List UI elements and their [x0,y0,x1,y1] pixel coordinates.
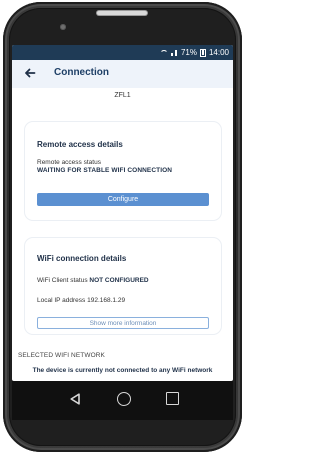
show-more-button[interactable]: Show more information [37,317,209,329]
phone-frame: 71% 14:00 Connection ZFL1 Remote access … [0,0,245,454]
front-camera [60,24,66,30]
battery-icon [199,48,206,57]
wifi-icon [159,49,167,56]
app-header: Connection [12,60,233,88]
configure-button[interactable]: Configure [37,193,209,206]
speaker-grille [97,11,147,15]
app-screen: 71% 14:00 Connection ZFL1 Remote access … [12,45,233,381]
remote-access-title: Remote access details [37,140,123,149]
device-name: ZFL1 [114,92,131,99]
selected-network-label: SELECTED WIFI NETWORK [18,352,105,359]
remote-access-status-label: Remote access status [37,159,101,166]
status-bar: 71% 14:00 [12,45,233,60]
local-ip-row: Local IP address 192.168.1.29 [37,297,125,304]
circle-home-icon[interactable] [117,392,131,406]
page-title: Connection [54,67,109,78]
remote-access-status-value: WAITING FOR STABLE WIFI CONNECTION [37,167,173,174]
remote-access-card: Remote access details Remote access stat… [25,122,221,220]
square-recent-icon[interactable] [166,392,179,405]
wifi-details-title: WiFi connection details [37,254,127,263]
status-time: 14:00 [208,48,229,57]
local-ip-value: 192.168.1.29 [87,297,126,304]
signal-icon [170,49,178,56]
wifi-details-card: WiFi connection details WiFi Client stat… [25,238,221,334]
triangle-back-icon[interactable] [68,392,82,406]
wifi-client-status-value: NOT CONFIGURED [89,277,149,284]
network-message: The device is currently not connected to… [32,367,213,374]
status-right: 71% 14:00 [159,45,229,60]
wifi-client-status-row: WiFi Client status NOT CONFIGURED [37,277,149,284]
local-ip-label: Local IP address [37,297,86,304]
wifi-client-status-label: WiFi Client status [37,277,88,284]
battery-percent: 71% [180,48,197,57]
arrow-left-icon[interactable] [24,67,36,79]
android-navigation-bar [12,381,233,420]
